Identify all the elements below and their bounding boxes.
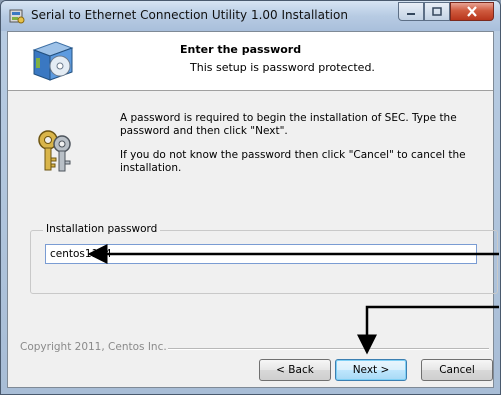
close-icon — [467, 6, 477, 17]
back-button[interactable]: < Back — [259, 359, 331, 381]
maximize-button[interactable] — [424, 2, 450, 21]
dialog-client-area: Enter the password This setup is passwor… — [7, 31, 498, 388]
password-label: Installation password — [43, 223, 161, 235]
copyright-text: Copyright 2011, Centos Inc. — [20, 341, 167, 353]
cancel-button[interactable]: Cancel — [421, 359, 493, 381]
caption-buttons — [398, 2, 494, 22]
installer-window: Serial to Ethernet Connection Utility 1.… — [0, 0, 501, 395]
close-button[interactable] — [450, 2, 494, 21]
next-button[interactable]: Next > — [335, 359, 407, 381]
instructions-text: A password is required to begin the inst… — [120, 112, 480, 186]
minimize-button[interactable] — [398, 2, 424, 21]
dialog-header: Enter the password This setup is passwor… — [8, 32, 493, 91]
instructions-line-2: If you do not know the password then cli… — [120, 149, 466, 174]
password-group: Installation password — [30, 223, 498, 294]
minimize-icon — [407, 12, 415, 15]
footer-divider — [168, 348, 489, 350]
maximize-icon — [432, 7, 442, 16]
instructions-line-1: A password is required to begin the inst… — [120, 112, 457, 137]
installer-icon — [9, 9, 25, 24]
password-input[interactable] — [45, 244, 477, 264]
title-bar[interactable]: Serial to Ethernet Connection Utility 1.… — [1, 1, 500, 31]
keys-icon — [38, 130, 71, 172]
header-subtitle: This setup is password protected. — [190, 61, 375, 74]
cd-box-icon — [32, 41, 74, 81]
header-title: Enter the password — [180, 43, 302, 56]
window-title: Serial to Ethernet Connection Utility 1.… — [31, 8, 348, 22]
